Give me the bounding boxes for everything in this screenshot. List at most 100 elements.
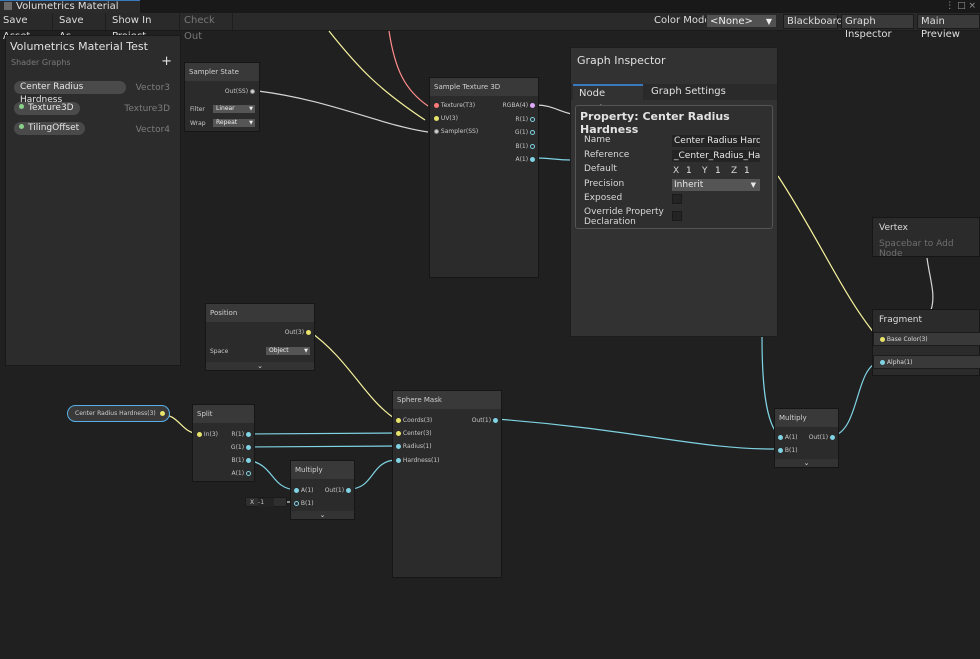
input-port-coords[interactable]: Coords(3)	[396, 417, 432, 424]
slot-label: Base Color(3)	[886, 336, 928, 343]
fragment-slot-alpha[interactable]: Alpha(1)	[873, 355, 980, 369]
default-x-field[interactable]: 1	[684, 165, 702, 177]
output-port-g[interactable]: G(1)	[231, 444, 251, 451]
input-port-b[interactable]: B(1)	[294, 500, 314, 507]
sampler-state-node[interactable]: Sampler State Out(SS) Filter Linear ▼ Wra…	[184, 62, 260, 132]
port-dot-icon	[246, 458, 251, 463]
space-select[interactable]: Object ▼	[266, 347, 310, 355]
port-label: R(1)	[231, 431, 245, 438]
split-node[interactable]: Split In(3) R(1) G(1) B(1) A(1)	[192, 404, 255, 482]
property-pill-tilingoffset[interactable]: TilingOffset	[14, 122, 86, 135]
wrap-select[interactable]: Repeat ▼	[213, 119, 255, 127]
property-pill-texture3d[interactable]: Texture3D	[14, 102, 80, 115]
vertex-add-node-hint: Spacebar to Add Node	[879, 239, 954, 259]
output-port-g[interactable]: G(1)	[515, 129, 535, 136]
expand-node-button[interactable]: ⌄	[291, 511, 354, 519]
port-label: A(1)	[784, 434, 798, 441]
port-dot-icon	[294, 501, 299, 506]
output-port-rgba[interactable]: RGBA(4)	[503, 102, 535, 109]
wire-rgba-in	[535, 104, 573, 115]
output-port-b[interactable]: B(1)	[231, 457, 251, 464]
port-dot-icon	[306, 330, 311, 335]
port-label: RGBA(4)	[502, 102, 529, 109]
output-port[interactable]: Out(1)	[809, 434, 835, 441]
multiply-node-negate[interactable]: Multiply A(1) B(1) Out(1) ⌄	[290, 460, 355, 520]
precision-select[interactable]: Inherit ▼	[672, 179, 760, 191]
input-port-texture[interactable]: Texture(T3)	[434, 102, 475, 109]
port-label: G(1)	[230, 444, 245, 451]
fragment-context[interactable]: Fragment Base Color(3) Alpha(1)	[872, 309, 980, 376]
default-y-field[interactable]: 1	[713, 165, 731, 177]
name-field[interactable]: Center Radius Hardness	[672, 135, 760, 147]
port-dot-icon	[530, 157, 535, 162]
input-port-a[interactable]: A(1)	[294, 487, 314, 494]
constant-input-b[interactable]: X -1	[245, 497, 287, 507]
wire-base-color	[777, 175, 881, 341]
wire-texture	[388, 30, 429, 107]
input-port-radius[interactable]: Radius(1)	[396, 443, 432, 450]
port-dot-icon	[197, 432, 202, 437]
output-port-b[interactable]: B(1)	[515, 143, 535, 150]
input-port-sampler[interactable]: Sampler(SS)	[434, 128, 478, 135]
port-label: Coords(3)	[402, 417, 433, 424]
property-settings-box: Property: Center Radius Hardness Name Ce…	[575, 105, 773, 229]
output-port[interactable]: Out(1)	[325, 487, 351, 494]
blackboard-panel: Volumetrics Material Test Shader Graphs …	[5, 35, 181, 366]
port-label: B(1)	[231, 457, 245, 464]
fragment-slot-base-color[interactable]: Base Color(3)	[873, 332, 980, 346]
output-port-r[interactable]: R(1)	[515, 116, 535, 123]
port-dot-icon	[396, 458, 401, 463]
port-dot-icon	[246, 445, 251, 450]
tab-graph-settings[interactable]: Graph Settings	[645, 84, 732, 100]
add-property-button[interactable]: +	[161, 54, 172, 69]
filter-value: Linear	[216, 105, 235, 112]
tab-node-settings[interactable]: Node Settings	[573, 84, 643, 115]
output-port-a[interactable]: A(1)	[231, 470, 251, 477]
position-node[interactable]: Position Out(3) Space Object ▼ ⌄	[205, 303, 315, 371]
reference-field[interactable]: _Center_Radius_Hardness	[672, 150, 760, 162]
sample-texture-3d-node[interactable]: Sample Texture 3D Texture(T3) UV(3) Samp…	[429, 77, 539, 278]
input-port-in[interactable]: In(3)	[197, 431, 218, 438]
output-port-r[interactable]: R(1)	[231, 431, 251, 438]
output-port[interactable]: Out(3)	[285, 329, 311, 336]
multiply-node-alpha[interactable]: Multiply A(1) B(1) Out(1) ⌄	[774, 408, 839, 468]
output-port[interactable]: Out(SS)	[225, 88, 255, 95]
filter-select[interactable]: Linear ▼	[213, 105, 255, 113]
port-label: Out(SS)	[224, 88, 249, 95]
port-dot-icon	[246, 471, 251, 476]
chevron-down-icon: ▼	[249, 106, 253, 112]
output-port[interactable]: Out(1)	[472, 417, 498, 424]
const-x-label: X	[250, 499, 255, 506]
property-name: TilingOffset	[28, 123, 80, 133]
chevron-down-icon: ▼	[304, 348, 308, 354]
property-pill-center-radius-hardness[interactable]: Center Radius Hardness	[14, 81, 126, 105]
port-dot-icon	[434, 116, 439, 121]
port-dot-icon	[493, 418, 498, 423]
vertex-context[interactable]: Vertex Spacebar to Add Node	[872, 217, 980, 259]
port-dot-icon	[778, 435, 783, 440]
expand-node-button[interactable]: ⌄	[775, 459, 838, 467]
port-dot-icon	[530, 103, 535, 108]
override-property-declaration-checkbox[interactable]	[672, 211, 682, 221]
default-z-field[interactable]: 1	[742, 165, 760, 177]
input-port-a[interactable]: A(1)	[778, 434, 798, 441]
chevron-down-icon: ▼	[249, 120, 253, 126]
port-dot-icon	[880, 360, 885, 365]
wire-sampler	[257, 90, 429, 133]
node-title: Position	[206, 304, 314, 322]
exposed-checkbox[interactable]	[672, 194, 682, 204]
sphere-mask-node[interactable]: Sphere Mask Coords(3) Center(3) Radius(1…	[392, 390, 502, 578]
expand-node-button[interactable]: ⌄	[206, 362, 314, 370]
port-dot-icon	[250, 89, 255, 94]
input-port-center[interactable]: Center(3)	[396, 430, 432, 437]
input-port-b[interactable]: B(1)	[778, 447, 798, 454]
port-dot-icon	[778, 448, 783, 453]
input-port-hardness[interactable]: Hardness(1)	[396, 457, 440, 464]
port-label: Out(1)	[808, 434, 829, 441]
default-x-label: X	[673, 166, 680, 176]
const-x-value[interactable]: -1	[258, 498, 275, 507]
output-port-a[interactable]: A(1)	[515, 156, 535, 163]
property-type-vector3: Vector3	[135, 83, 170, 93]
input-port-uv[interactable]: UV(3)	[434, 115, 458, 122]
property-node-center-radius-hardness[interactable]: Center Radius Hardness(3)	[67, 405, 170, 422]
